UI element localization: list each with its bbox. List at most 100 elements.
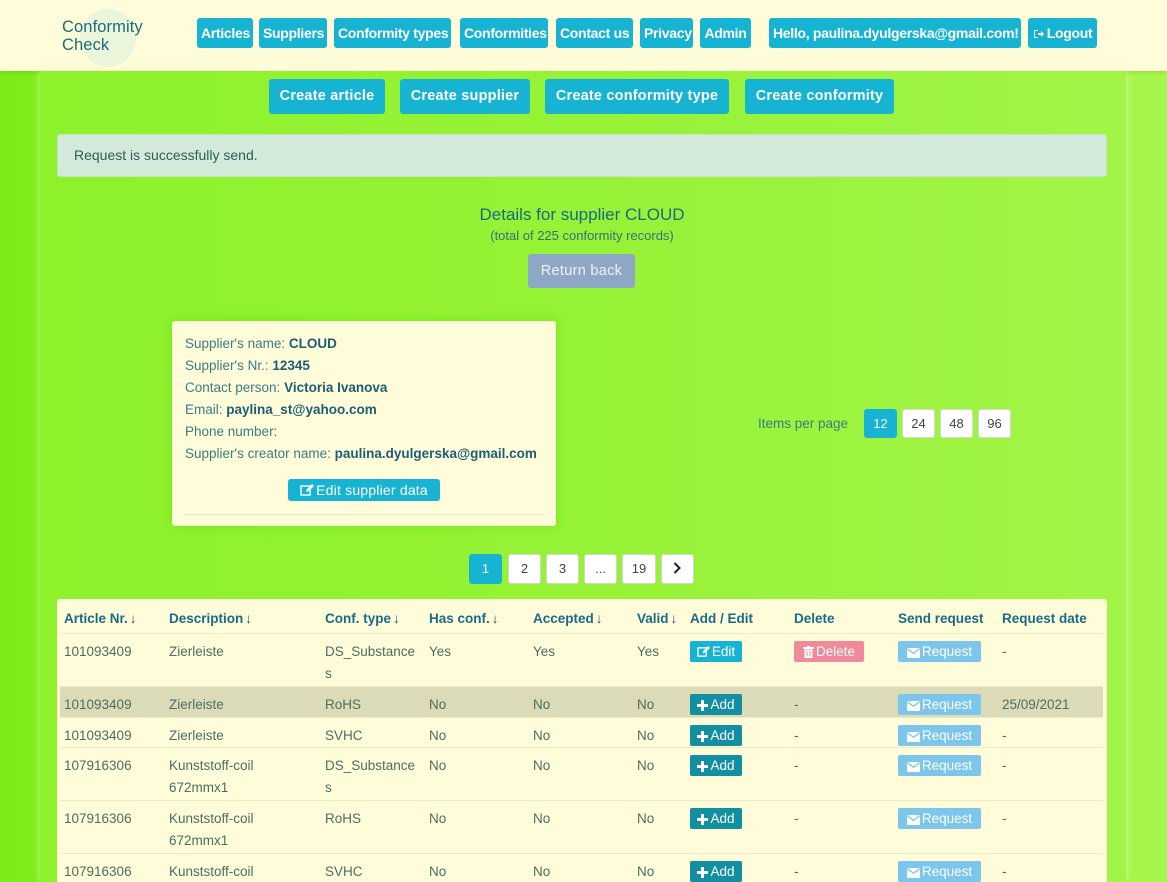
cell-conf-type: RoHS bbox=[325, 811, 362, 826]
cell-accepted: No bbox=[533, 728, 551, 743]
edit-supplier-label: Edit supplier data bbox=[316, 482, 428, 498]
add-label: Add bbox=[710, 864, 735, 879]
request-label: Request bbox=[921, 864, 973, 879]
plus-icon bbox=[697, 727, 709, 748]
user-greeting[interactable]: Hello, paulina.dyulgerska@gmail.com! bbox=[769, 18, 1021, 48]
cell-valid: No bbox=[637, 811, 655, 826]
nav-privacy[interactable]: Privacy bbox=[640, 18, 693, 48]
create-article-button[interactable]: Create article bbox=[269, 79, 385, 114]
add-button[interactable]: Add bbox=[690, 755, 742, 776]
cell-request-date: - bbox=[1002, 728, 1007, 743]
nav-conformity-types[interactable]: Conformity types bbox=[334, 18, 451, 48]
header-article-nr[interactable]: Article Nr. ↓ bbox=[64, 611, 137, 626]
edit-supplier-button[interactable]: Edit supplier data bbox=[288, 479, 440, 501]
next-page-button[interactable] bbox=[661, 554, 694, 584]
supplier-name-label: Supplier's name: bbox=[185, 336, 286, 351]
delete-button[interactable]: Delete bbox=[794, 641, 864, 662]
cell-description: Zierleiste bbox=[169, 697, 224, 712]
header-accepted-label: Accepted bbox=[533, 611, 594, 626]
header-has-conf[interactable]: Has conf. ↓ bbox=[429, 611, 499, 626]
cell-description: Kunststoff-coil 672mmx1 bbox=[169, 808, 254, 852]
header-description[interactable]: Description ↓ bbox=[169, 611, 252, 626]
add-button[interactable]: Add bbox=[690, 694, 742, 715]
cell-request-date: - bbox=[1002, 864, 1007, 879]
nav-admin[interactable]: Admin bbox=[700, 18, 751, 48]
cell-description-line2: 672mmx1 bbox=[169, 780, 229, 795]
nav-contact-us[interactable]: Contact us bbox=[556, 18, 633, 48]
page-1[interactable]: 1 bbox=[469, 554, 502, 584]
nav-conformities[interactable]: Conformities bbox=[460, 18, 548, 48]
sort-down-arrow-icon: ↓ bbox=[393, 611, 400, 626]
return-back-button[interactable]: Return back bbox=[528, 254, 635, 288]
items-per-page-48[interactable]: 48 bbox=[940, 409, 973, 438]
cell-article-nr: 101093409 bbox=[64, 697, 132, 712]
brand-name: Conformity Check bbox=[62, 18, 172, 54]
header-conf-type[interactable]: Conf. type ↓ bbox=[325, 611, 400, 626]
email-row: Email: paylina_st@yahoo.com bbox=[185, 402, 377, 417]
delete-label: Delete bbox=[815, 644, 856, 659]
add-label: Add bbox=[710, 728, 735, 743]
table-row: 101093409 Zierleiste RoHS No No No Add -… bbox=[60, 686, 1103, 717]
request-button[interactable]: Request bbox=[898, 808, 981, 829]
header-accepted[interactable]: Accepted ↓ bbox=[533, 611, 603, 626]
contact-person-row: Contact person: Victoria Ivanova bbox=[185, 380, 387, 395]
brand-logo[interactable]: Conformity Check bbox=[62, 9, 162, 67]
cell-valid: No bbox=[637, 758, 655, 773]
logout-button[interactable]: Logout bbox=[1028, 18, 1097, 48]
nav-articles[interactable]: Articles bbox=[197, 18, 253, 48]
cell-valid: No bbox=[637, 728, 655, 743]
contact-person-value: Victoria Ivanova bbox=[284, 380, 388, 395]
page-ellipsis: ... bbox=[584, 554, 617, 584]
sort-down-arrow-icon: ↓ bbox=[129, 611, 137, 626]
create-supplier-button[interactable]: Create supplier bbox=[400, 79, 530, 114]
cell-article-nr: 101093409 bbox=[64, 728, 132, 743]
table-row: 107916306 Kunststoff-coil SVHC No No No … bbox=[60, 853, 1103, 882]
request-label: Request bbox=[921, 811, 973, 826]
add-button[interactable]: Add bbox=[690, 725, 742, 746]
page-subtitle: (total of 225 conformity records) bbox=[490, 228, 674, 243]
conformity-table: Article Nr. ↓ Description ↓ Conf. type ↓ Ha… bbox=[57, 599, 1107, 882]
brand-line1: Conformity bbox=[62, 18, 143, 36]
cell-accepted: No bbox=[533, 758, 551, 773]
cell-request-date: - bbox=[1002, 758, 1007, 773]
add-label: Add bbox=[710, 697, 735, 712]
items-per-page-12[interactable]: 12 bbox=[864, 409, 897, 438]
add-button[interactable]: Add bbox=[690, 808, 742, 829]
contact-person-label: Contact person: bbox=[185, 380, 281, 395]
cell-article-nr: 101093409 bbox=[64, 644, 132, 659]
sort-down-arrow-icon: ↓ bbox=[670, 611, 678, 626]
table-row: 107916306 Kunststoff-coil 672mmx1 RoHS No… bbox=[60, 800, 1103, 853]
create-conformity-type-button[interactable]: Create conformity type bbox=[545, 79, 729, 114]
cell-conf-type-line1: DS_Substance bbox=[325, 758, 416, 773]
request-button[interactable]: Request bbox=[898, 755, 981, 776]
items-per-page-24[interactable]: 24 bbox=[902, 409, 935, 438]
envelope-icon bbox=[906, 810, 920, 831]
plus-icon bbox=[697, 696, 709, 717]
items-per-page-96[interactable]: 96 bbox=[978, 409, 1011, 438]
edit-button[interactable]: Edit bbox=[690, 641, 742, 662]
cell-accepted: No bbox=[533, 864, 551, 879]
request-label: Request bbox=[921, 697, 973, 712]
page-2[interactable]: 2 bbox=[508, 554, 541, 584]
supplier-nr-value: 12345 bbox=[272, 358, 310, 373]
creator-row: Supplier's creator name: paulina.dyulger… bbox=[185, 446, 537, 461]
request-button[interactable]: Request bbox=[898, 861, 981, 882]
cell-valid: No bbox=[637, 697, 655, 712]
cell-conf-type-line1: DS_Substance bbox=[325, 644, 416, 659]
page-19[interactable]: 19 bbox=[622, 554, 656, 584]
cell-conf-type: DS_Substance s bbox=[325, 641, 415, 685]
supplier-nr-label: Supplier's Nr.: bbox=[185, 358, 269, 373]
nav-suppliers[interactable]: Suppliers bbox=[259, 18, 327, 48]
create-conformity-button[interactable]: Create conformity bbox=[745, 79, 894, 114]
add-button[interactable]: Add bbox=[690, 861, 742, 882]
request-button[interactable]: Request bbox=[898, 641, 981, 662]
request-button[interactable]: Request bbox=[898, 694, 981, 715]
cell-description: Zierleiste bbox=[169, 644, 224, 659]
page-3[interactable]: 3 bbox=[546, 554, 579, 584]
sort-down-arrow-icon: ↓ bbox=[595, 611, 603, 626]
request-label: Request bbox=[921, 644, 973, 659]
request-button[interactable]: Request bbox=[898, 725, 981, 746]
cell-has-conf: No bbox=[429, 811, 447, 826]
envelope-icon bbox=[906, 863, 920, 882]
header-valid[interactable]: Valid ↓ bbox=[637, 611, 677, 626]
